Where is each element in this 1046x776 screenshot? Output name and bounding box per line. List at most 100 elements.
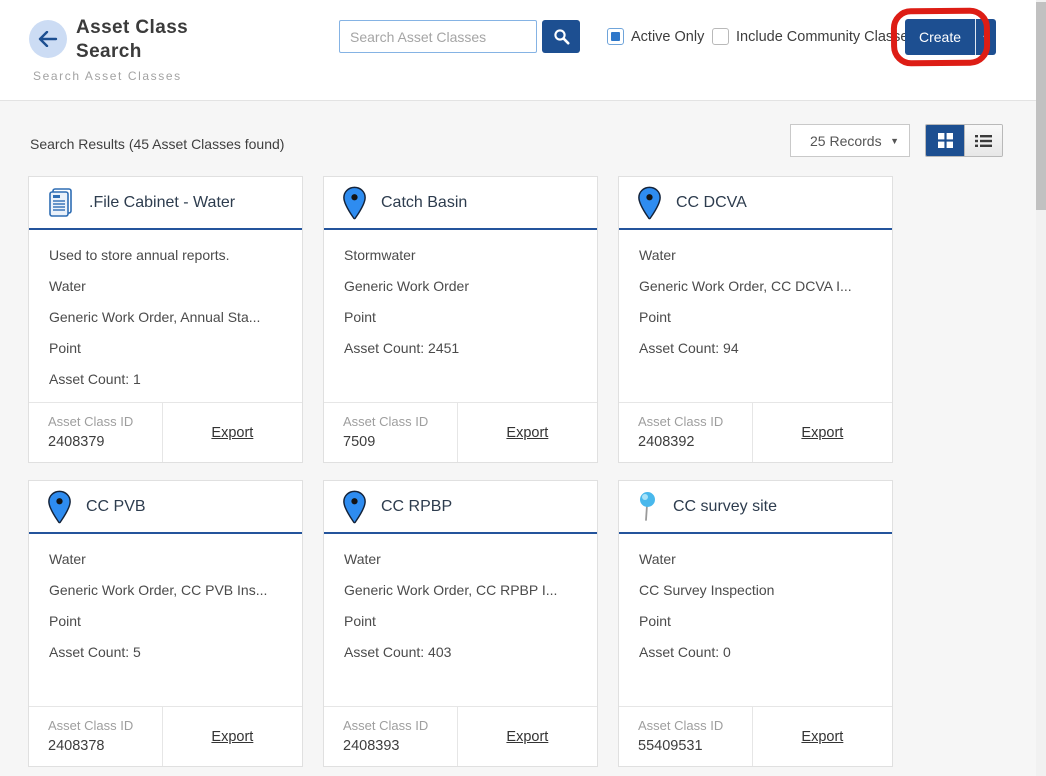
card-footer: Asset Class ID 2408379 Export bbox=[29, 402, 302, 462]
card-templates: Generic Work Order, CC DCVA I... bbox=[639, 277, 872, 295]
export-link[interactable]: Export bbox=[801, 425, 843, 441]
card-domain: Water bbox=[49, 550, 282, 568]
create-split-button: Create ▼ bbox=[905, 19, 996, 55]
document-stack-icon bbox=[47, 187, 75, 219]
card-domain: Water bbox=[639, 550, 872, 568]
card-title: CC RPBP bbox=[381, 498, 452, 516]
card-geometry: Point bbox=[639, 308, 872, 326]
export-link[interactable]: Export bbox=[211, 729, 253, 745]
page-subtitle: Search Asset Classes bbox=[33, 69, 182, 83]
asset-class-id-value: 55409531 bbox=[638, 736, 752, 757]
asset-class-id-label: Asset Class ID bbox=[48, 716, 162, 736]
create-dropdown-button[interactable]: ▼ bbox=[976, 19, 996, 55]
push-pin-icon bbox=[637, 490, 659, 524]
back-button[interactable] bbox=[29, 20, 67, 58]
back-arrow-icon bbox=[38, 31, 58, 47]
asset-class-id-label: Asset Class ID bbox=[48, 412, 162, 432]
card-asset-count: Asset Count: 94 bbox=[639, 339, 872, 357]
search-button[interactable] bbox=[542, 20, 580, 53]
card-footer: Asset Class ID 55409531 Export bbox=[619, 706, 892, 766]
search-input[interactable] bbox=[339, 20, 537, 53]
export-link[interactable]: Export bbox=[506, 729, 548, 745]
active-only-checkbox[interactable] bbox=[607, 28, 624, 45]
view-toggle bbox=[925, 124, 1003, 157]
asset-class-id-cell: Asset Class ID 2408378 bbox=[29, 707, 163, 766]
map-pin-icon bbox=[47, 490, 72, 524]
card-title: CC PVB bbox=[86, 498, 146, 516]
card-header: .File Cabinet - Water bbox=[29, 177, 302, 230]
app-header: Asset Class Search Search Asset Classes … bbox=[0, 0, 1036, 101]
card-geometry: Point bbox=[344, 612, 577, 630]
active-only-label: Active Only bbox=[631, 29, 704, 45]
export-cell: Export bbox=[458, 707, 597, 766]
asset-class-card[interactable]: CC PVB Water Generic Work Order, CC PVB … bbox=[28, 480, 303, 767]
asset-class-id-cell: Asset Class ID 7509 bbox=[324, 403, 458, 462]
map-pin-icon bbox=[342, 186, 367, 220]
card-domain: Water bbox=[49, 277, 282, 295]
card-footer: Asset Class ID 2408393 Export bbox=[324, 706, 597, 766]
export-link[interactable]: Export bbox=[801, 729, 843, 745]
scrollbar-track[interactable] bbox=[1036, 0, 1046, 776]
asset-class-id-cell: Asset Class ID 55409531 bbox=[619, 707, 753, 766]
card-templates: CC Survey Inspection bbox=[639, 581, 872, 599]
card-geometry: Point bbox=[344, 308, 577, 326]
export-cell: Export bbox=[163, 403, 302, 462]
card-domain: Water bbox=[639, 246, 872, 264]
asset-class-card[interactable]: CC RPBP Water Generic Work Order, CC RPB… bbox=[323, 480, 598, 767]
asset-class-id-value: 2408378 bbox=[48, 736, 162, 757]
asset-class-id-value: 7509 bbox=[343, 432, 457, 453]
checkbox-fill bbox=[611, 32, 620, 41]
asset-class-card[interactable]: CC survey site Water CC Survey Inspectio… bbox=[618, 480, 893, 767]
create-button[interactable]: Create bbox=[905, 19, 976, 55]
list-view-button[interactable] bbox=[964, 125, 1002, 156]
select-caret-icon: ▼ bbox=[890, 136, 899, 146]
export-link[interactable]: Export bbox=[211, 425, 253, 441]
export-cell: Export bbox=[753, 707, 892, 766]
card-header: CC PVB bbox=[29, 481, 302, 534]
asset-class-card[interactable]: CC DCVA Water Generic Work Order, CC DCV… bbox=[618, 176, 893, 463]
map-pin-icon bbox=[637, 186, 662, 220]
grid-view-button[interactable] bbox=[926, 125, 964, 156]
card-title: Catch Basin bbox=[381, 194, 467, 212]
search-results-grid: .File Cabinet - Water Used to store annu… bbox=[28, 176, 893, 767]
card-domain: Stormwater bbox=[344, 246, 577, 264]
map-pin-icon bbox=[342, 490, 367, 524]
asset-class-id-label: Asset Class ID bbox=[343, 412, 457, 432]
card-asset-count: Asset Count: 403 bbox=[344, 643, 577, 661]
list-view-icon bbox=[975, 134, 992, 148]
card-domain: Water bbox=[344, 550, 577, 568]
asset-class-card[interactable]: .File Cabinet - Water Used to store annu… bbox=[28, 176, 303, 463]
card-footer: Asset Class ID 2408378 Export bbox=[29, 706, 302, 766]
card-footer: Asset Class ID 2408392 Export bbox=[619, 402, 892, 462]
card-body: Water Generic Work Order, CC DCVA I... P… bbox=[619, 230, 892, 402]
export-cell: Export bbox=[458, 403, 597, 462]
asset-class-id-label: Asset Class ID bbox=[638, 716, 752, 736]
export-cell: Export bbox=[163, 707, 302, 766]
export-cell: Export bbox=[753, 403, 892, 462]
page-title: Asset Class Search bbox=[76, 16, 206, 64]
records-select-value: 25 Records bbox=[810, 133, 882, 149]
card-header: CC RPBP bbox=[324, 481, 597, 534]
asset-class-card[interactable]: Catch Basin Stormwater Generic Work Orde… bbox=[323, 176, 598, 463]
search-icon bbox=[553, 28, 570, 45]
card-body: Water Generic Work Order, CC PVB Ins... … bbox=[29, 534, 302, 706]
card-geometry: Point bbox=[49, 612, 282, 630]
chevron-down-icon: ▼ bbox=[982, 33, 991, 43]
card-title: .File Cabinet - Water bbox=[89, 194, 235, 212]
card-footer: Asset Class ID 7509 Export bbox=[324, 402, 597, 462]
card-asset-count: Asset Count: 5 bbox=[49, 643, 282, 661]
card-geometry: Point bbox=[49, 339, 282, 357]
card-templates: Generic Work Order, Annual Sta... bbox=[49, 308, 282, 326]
scrollbar-thumb[interactable] bbox=[1036, 2, 1046, 210]
records-select[interactable]: 25 Records ▼ bbox=[790, 124, 910, 157]
export-link[interactable]: Export bbox=[506, 425, 548, 441]
include-community-checkbox[interactable] bbox=[712, 28, 729, 45]
card-body: Water Generic Work Order, CC RPBP I... P… bbox=[324, 534, 597, 706]
card-body: Stormwater Generic Work Order Point Asse… bbox=[324, 230, 597, 402]
card-description: Used to store annual reports. bbox=[49, 246, 282, 264]
asset-class-id-cell: Asset Class ID 2408392 bbox=[619, 403, 753, 462]
card-title: CC survey site bbox=[673, 498, 777, 516]
card-title: CC DCVA bbox=[676, 194, 747, 212]
asset-class-id-label: Asset Class ID bbox=[343, 716, 457, 736]
card-templates: Generic Work Order bbox=[344, 277, 577, 295]
